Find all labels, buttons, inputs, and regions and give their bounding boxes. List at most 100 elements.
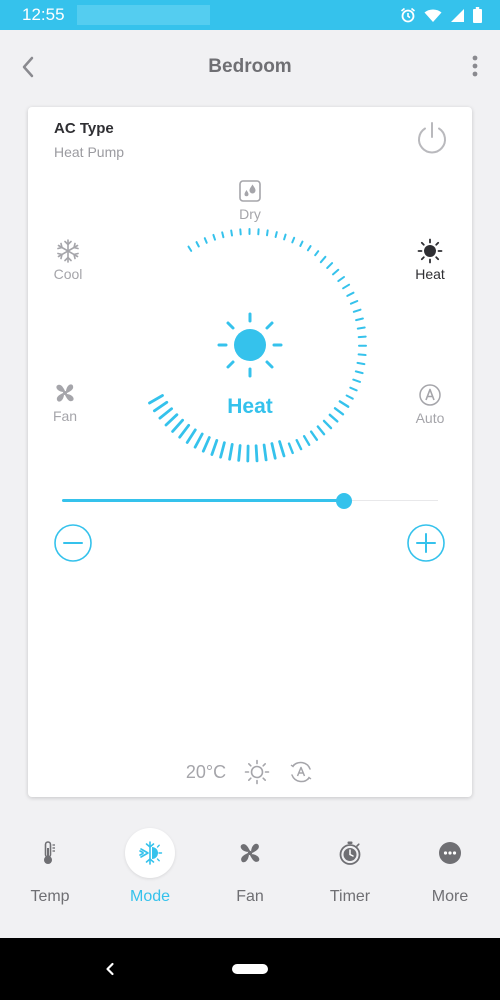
dial-tick bbox=[266, 229, 269, 237]
dial-tick bbox=[219, 441, 226, 459]
increase-button[interactable] bbox=[407, 524, 445, 562]
dial-tick bbox=[283, 233, 287, 241]
overflow-menu-button[interactable] bbox=[468, 52, 482, 82]
tab-icon-wrap bbox=[425, 828, 475, 878]
dry-icon bbox=[239, 180, 261, 202]
dial-tick bbox=[316, 425, 326, 436]
heat-sun-large-icon bbox=[217, 312, 283, 378]
dial-tick bbox=[357, 335, 367, 339]
dial-tick bbox=[237, 444, 242, 462]
power-button[interactable] bbox=[414, 120, 450, 156]
dial-tick bbox=[195, 241, 200, 248]
auto-icon bbox=[419, 384, 441, 406]
dial-tick bbox=[306, 245, 312, 252]
tab-more[interactable]: More bbox=[400, 828, 500, 906]
mode-label-fan: Fan bbox=[52, 408, 78, 424]
battery-icon bbox=[473, 7, 482, 23]
more-vert-icon bbox=[472, 55, 478, 77]
app-header: Bedroom bbox=[0, 30, 500, 104]
system-home-pill[interactable] bbox=[232, 964, 268, 974]
mode-option-cool[interactable]: Cool bbox=[33, 238, 103, 282]
dial-tick bbox=[254, 444, 259, 463]
ac-type-value: Heat Pump bbox=[54, 144, 125, 160]
dial-tick bbox=[221, 231, 225, 239]
thermometer-icon bbox=[44, 841, 55, 864]
tab-timer[interactable]: Timer bbox=[300, 828, 400, 906]
dial-tick bbox=[342, 283, 351, 290]
plus-icon bbox=[407, 524, 445, 562]
status-summary: 20°C bbox=[28, 759, 472, 785]
dial-tick bbox=[299, 240, 304, 247]
power-icon bbox=[418, 122, 446, 154]
mode-label-cool: Cool bbox=[53, 266, 83, 282]
tab-icon-wrap bbox=[125, 828, 175, 878]
alarm-icon bbox=[400, 7, 416, 23]
dial-tick bbox=[228, 442, 234, 461]
dial-tick bbox=[355, 317, 364, 322]
temperature-slider[interactable] bbox=[62, 493, 438, 509]
dial-tick bbox=[287, 442, 294, 455]
ac-type-label: AC Type bbox=[54, 120, 114, 137]
mode-option-heat[interactable]: Heat bbox=[395, 238, 465, 282]
mode-icon bbox=[139, 841, 163, 865]
tab-label-temp: Temp bbox=[30, 888, 70, 905]
wifi-icon bbox=[424, 9, 442, 22]
tab-icon-wrap bbox=[25, 828, 75, 878]
chevron-left-icon bbox=[106, 962, 114, 976]
fan-icon bbox=[56, 384, 74, 402]
notification-placeholder bbox=[77, 5, 210, 25]
dial-tick bbox=[352, 308, 362, 313]
mode-label-heat: Heat bbox=[415, 266, 445, 282]
decrease-button[interactable] bbox=[54, 524, 92, 562]
more-icon bbox=[439, 842, 461, 864]
status-icons bbox=[400, 6, 482, 24]
tab-label-fan: Fan bbox=[236, 888, 264, 905]
dial-tick bbox=[314, 250, 320, 257]
status-bar: 12:55 bbox=[0, 0, 500, 30]
dial-tick bbox=[349, 386, 358, 392]
dial-tick bbox=[357, 353, 367, 356]
mode-label-dry: Dry bbox=[239, 206, 261, 222]
dial-tick bbox=[354, 370, 364, 375]
dial-tick bbox=[230, 229, 233, 237]
dial-tick bbox=[291, 236, 296, 244]
tab-icon-wrap bbox=[325, 828, 375, 878]
dial-tick bbox=[322, 419, 333, 430]
dial-tick bbox=[201, 436, 211, 453]
dial-tick bbox=[187, 245, 193, 252]
dial-tick bbox=[171, 418, 185, 433]
dial-tick bbox=[332, 268, 340, 276]
tab-label-more: More bbox=[431, 888, 469, 905]
summary-temperature: 20°C bbox=[185, 761, 227, 782]
tab-icon-wrap bbox=[225, 828, 275, 878]
dial-tick bbox=[212, 233, 216, 241]
dial-tick bbox=[309, 430, 319, 441]
dial-tick bbox=[295, 439, 303, 451]
tab-temp[interactable]: Temp bbox=[0, 828, 100, 906]
slider-fill bbox=[62, 499, 344, 502]
mode-option-dry[interactable]: Dry bbox=[215, 178, 285, 222]
tab-label-mode: Mode bbox=[129, 888, 171, 905]
dial-tick bbox=[356, 361, 366, 366]
dial-tick bbox=[302, 435, 311, 446]
mode-option-fan[interactable]: Fan bbox=[30, 380, 100, 424]
dial-tick bbox=[203, 237, 208, 244]
sun-icon bbox=[244, 759, 270, 785]
bottom-tab-bar: Temp Mode Fan Timer More bbox=[0, 820, 500, 938]
dial-tick bbox=[178, 423, 191, 439]
page-title: Bedroom bbox=[208, 56, 292, 77]
slider-thumb[interactable] bbox=[336, 493, 352, 509]
dial-tick bbox=[210, 438, 219, 456]
auto-fan-icon bbox=[290, 761, 312, 783]
snowflake-icon bbox=[57, 239, 79, 263]
mode-option-auto[interactable]: Auto bbox=[395, 382, 465, 426]
minus-icon bbox=[54, 524, 92, 562]
tab-mode[interactable]: Mode bbox=[100, 828, 200, 906]
dial-tick bbox=[262, 443, 268, 462]
sun-icon bbox=[417, 238, 443, 264]
dial-tick bbox=[270, 442, 277, 460]
system-back-button[interactable] bbox=[102, 961, 118, 977]
dial-tick bbox=[326, 262, 334, 269]
timer-icon bbox=[339, 841, 361, 865]
tab-fan[interactable]: Fan bbox=[200, 828, 300, 906]
